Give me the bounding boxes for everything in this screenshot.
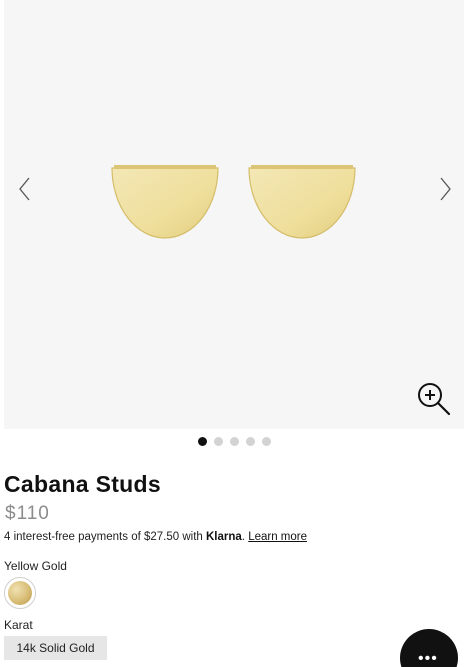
chat-button[interactable]: ••• — [400, 629, 458, 667]
gallery-dot[interactable] — [213, 437, 223, 446]
product-price: $110 — [5, 503, 50, 524]
gallery-dot[interactable] — [229, 437, 239, 446]
gallery-dot[interactable] — [197, 437, 207, 446]
chat-icon: ••• — [418, 650, 438, 667]
chevron-right-icon[interactable] — [432, 176, 456, 202]
zoom-in-icon[interactable] — [416, 381, 452, 417]
product-image-gallery — [4, 0, 464, 429]
yellow-gold-swatch[interactable] — [4, 577, 36, 609]
color-option-label: Yellow Gold — [4, 559, 67, 573]
klarna-logo: Klarna — [206, 531, 242, 543]
product-image-stud-right — [248, 165, 356, 239]
gallery-pagination — [0, 437, 465, 447]
gallery-dot[interactable] — [261, 437, 271, 446]
klarna-learn-more-link[interactable]: Learn more — [248, 531, 307, 543]
gallery-dot[interactable] — [245, 437, 255, 446]
chevron-left-icon[interactable] — [14, 176, 38, 202]
klarna-text: 4 interest-free payments of $27.50 with — [4, 531, 206, 543]
klarna-period: . — [241, 531, 245, 543]
product-title: Cabana Studs — [4, 471, 161, 497]
karat-option-button[interactable]: 14k Solid Gold — [4, 636, 107, 660]
klarna-payment-message: 4 interest-free payments of $27.50 with … — [4, 531, 307, 543]
swatch-fill — [8, 581, 32, 605]
product-image-stud-left — [111, 165, 219, 239]
karat-option-label: Karat — [4, 618, 33, 632]
